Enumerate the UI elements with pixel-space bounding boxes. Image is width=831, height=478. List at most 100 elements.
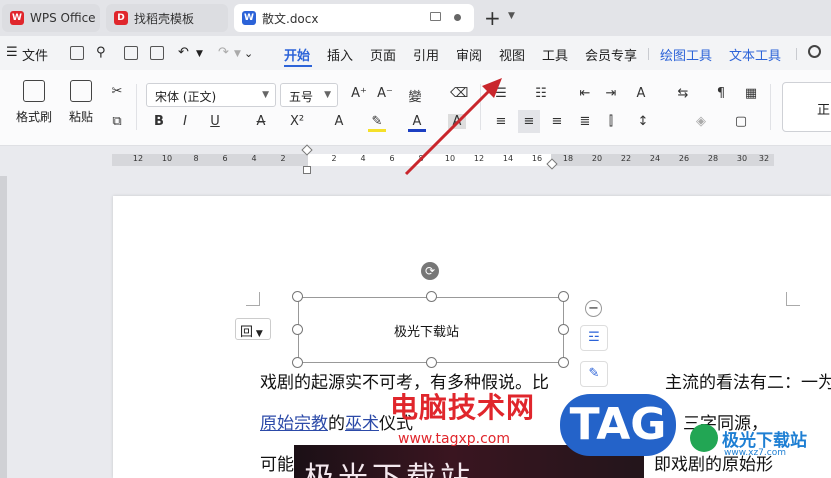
undo-icon[interactable]: ↶ [178,45,189,60]
jiguang-watermark: 极光下载站 www.xz7.com [690,422,830,460]
font-name-value: 宋体 (正文) [155,90,217,104]
monitor-icon[interactable] [430,12,441,21]
sort-icon[interactable]: ⇆ [674,86,692,101]
unsaved-dot-icon[interactable] [454,14,461,21]
layout-options-button[interactable]: 回 ▼ [235,318,271,340]
style-gallery[interactable]: 正 [782,82,831,132]
menu-home[interactable]: 开始 [284,45,310,64]
active-tab-underline [284,65,312,67]
chevron-down-icon[interactable]: ▼ [234,49,241,59]
resize-handle[interactable] [558,357,569,368]
ruler-label: 2 [280,154,286,163]
chevron-down-icon[interactable]: ▼ [508,11,515,21]
horizontal-ruler[interactable]: 12 10 8 6 4 2 2 4 6 8 10 12 14 16 18 20 … [112,154,774,166]
tab-document[interactable]: W 散文.docx [234,4,474,32]
resize-handle[interactable] [558,324,569,335]
new-tab-plus-icon[interactable]: + [484,6,501,30]
collapse-minus-icon[interactable]: − [585,300,602,317]
font-size-select[interactable]: 五号 ▼ [280,83,338,107]
underline-icon[interactable]: U [206,114,224,129]
link-witchcraft[interactable]: 巫术 [345,414,379,434]
numbering-icon[interactable]: ☷ [532,86,550,101]
resize-handle[interactable] [558,291,569,302]
menu-review[interactable]: 审阅 [456,45,482,64]
left-indent-marker[interactable] [303,166,311,174]
link-icon[interactable]: ⚲ [96,45,106,60]
font-name-select[interactable]: 宋体 (正文) ▼ [146,83,276,107]
watermark-site-url: www.tagxp.com [398,431,510,447]
text-effect-icon[interactable]: A [330,114,348,129]
ruler-area: 12 10 8 6 4 2 2 4 6 8 10 12 14 16 18 20 … [0,144,831,176]
menu-insert[interactable]: 插入 [327,45,353,64]
paragraph-line-1[interactable]: 戏剧的起源实不可考，有多种假说。比 主流的看法有二：一为 [260,368,831,393]
highlight-icon[interactable]: ✎ [368,114,386,132]
borders-icon[interactable]: ▢ [732,114,750,129]
bold-icon[interactable]: B [150,114,168,129]
resize-handle[interactable] [426,357,437,368]
menu-drawing-tools[interactable]: 绘图工具 [660,45,712,64]
resize-handle[interactable] [426,291,437,302]
bullets-icon[interactable]: ☰ [492,86,510,101]
font-color-icon[interactable]: A [408,114,426,132]
ruler-label: 12 [473,154,485,163]
ruler-label: 20 [591,154,603,163]
char-shading-icon[interactable]: A [448,114,466,129]
shrink-font-icon[interactable]: A⁻ [376,86,394,101]
menu-text-tools[interactable]: 文本工具 [729,45,781,64]
menu-file[interactable]: 文件 [22,45,48,64]
menu-tools[interactable]: 工具 [542,45,568,64]
resize-handle[interactable] [292,324,303,335]
menu-member[interactable]: 会员专享 [585,45,637,64]
strikethrough-icon[interactable]: A [252,114,270,129]
grow-font-icon[interactable]: A⁺ [350,86,368,101]
tab-docer-templates[interactable]: D 找稻壳模板 [106,4,228,32]
superscript-icon[interactable]: X² [288,114,306,129]
show-marks-icon[interactable]: ¶ [712,86,730,101]
decrease-indent-icon[interactable]: ⇤ [576,86,594,101]
hamburger-icon[interactable]: ☰ [6,45,18,60]
italic-icon[interactable]: I [176,114,194,129]
redo-icon[interactable]: ↷ [218,45,229,60]
tag-logo: TAG [560,394,676,456]
paste-button[interactable]: 粘贴 [62,80,100,125]
rotate-handle-icon[interactable]: ⟳ [421,262,439,280]
paragraph-shading-icon[interactable]: ◈ [692,114,710,129]
line-spacing-icon[interactable]: ↕ [634,114,652,129]
jiguang-url: www.xz7.com [724,448,786,458]
wrap-text-button[interactable]: ☲ [580,325,608,351]
chevron-down-icon[interactable]: ▼ [196,49,203,59]
text-direction-icon[interactable]: A [632,86,650,101]
format-painter-label: 格式刷 [15,110,52,124]
align-left-icon[interactable]: ≡ [492,114,510,129]
menu-view[interactable]: 视图 [499,45,525,64]
link-primitive-religion[interactable]: 原始宗教 [260,414,328,434]
resize-handle[interactable] [292,291,303,302]
ruler-text-region [308,154,551,166]
eraser-icon[interactable]: ⌫ [450,86,468,101]
table-border-icon[interactable]: ▦ [742,86,760,101]
cut-icon[interactable]: ✂ [108,84,126,99]
vertical-ruler[interactable] [0,176,7,478]
margin-corner-mark [786,292,800,306]
phonetic-guide-icon[interactable]: 變 [406,86,424,105]
save-icon[interactable] [70,46,84,60]
ruler-label: 28 [707,154,719,163]
ribbon-toolbar: 格式刷 粘贴 ✂ ⧉ 宋体 (正文) ▼ 五号 ▼ A⁺ A⁻ 變 ⌫ B I … [0,70,831,146]
search-icon[interactable] [808,45,821,58]
copy-icon[interactable]: ⧉ [108,114,126,129]
tab-wps-office[interactable]: W WPS Office [2,4,100,32]
menu-page[interactable]: 页面 [370,45,396,64]
align-right-icon[interactable]: ≡ [548,114,566,129]
format-painter-button[interactable]: 格式刷 [12,80,56,125]
menu-references[interactable]: 引用 [413,45,439,64]
distribute-icon[interactable]: ⫿ [602,114,620,129]
text-box-content[interactable]: 极光下载站 [394,321,459,340]
justify-icon[interactable]: ≣ [576,114,594,129]
ruler-label: 10 [444,154,456,163]
increase-indent-icon[interactable]: ⇥ [602,86,620,101]
more-chevron-icon[interactable]: ⌄ [244,47,253,60]
preview-icon[interactable] [150,46,164,60]
align-center-icon[interactable]: ≡ [518,110,540,133]
resize-handle[interactable] [292,357,303,368]
print-icon[interactable] [124,46,138,60]
